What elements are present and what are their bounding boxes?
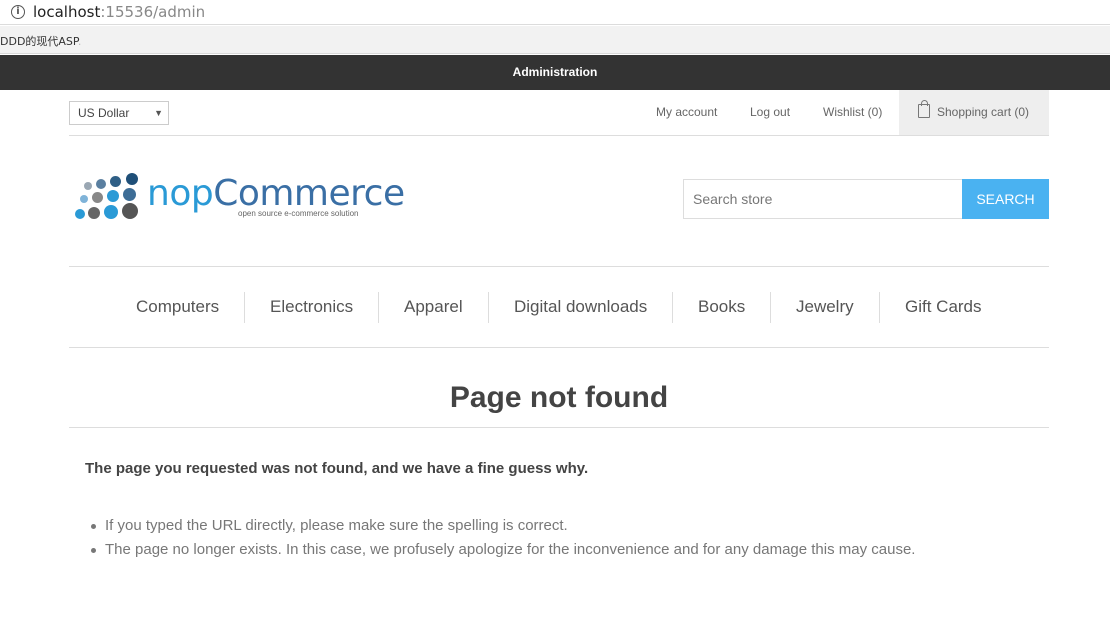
currency-selector[interactable]: US Dollar ▼ [69, 101, 169, 125]
logo-tagline: open source e-commerce solution [238, 209, 359, 218]
top-menu: Computers Electronics Apparel Digital do… [69, 266, 1049, 348]
url-host: localhost [33, 3, 101, 21]
menu-item-jewelry[interactable]: Jewelry [796, 297, 854, 317]
administration-link[interactable]: Administration [0, 65, 1110, 79]
url-path: :15536/admin [100, 3, 206, 21]
bookmarks-bar: DDD的现代ASP. [0, 26, 1110, 54]
logo-dot [80, 195, 88, 203]
menu-divider [879, 292, 880, 323]
logo-dot [123, 188, 136, 201]
logo-wordmark: nopCommerce [147, 173, 405, 214]
shopping-cart-label: Shopping cart (0) [937, 105, 1030, 119]
menu-item-gift-cards[interactable]: Gift Cards [905, 297, 982, 317]
logo-nop: nop [147, 173, 214, 214]
list-item: The page no longer exists. In this case,… [90, 538, 915, 562]
currency-value: US Dollar [78, 106, 130, 120]
logo-dot [107, 190, 119, 202]
logo-dot [92, 192, 103, 203]
logo-dot [122, 203, 138, 219]
not-found-intro: The page you requested was not found, an… [85, 460, 589, 477]
url-field[interactable]: localhost:15536/admin [33, 3, 205, 21]
page-title: Page not found [69, 381, 1049, 428]
logo-dot [84, 182, 92, 190]
store-logo[interactable]: nopCommerce open source e-commerce solut… [72, 171, 405, 227]
menu-divider [770, 292, 771, 323]
shopping-cart-link[interactable]: Shopping cart (0) [899, 90, 1049, 135]
shopping-bag-icon [918, 100, 930, 118]
logo-dot [75, 209, 85, 219]
menu-item-apparel[interactable]: Apparel [404, 297, 463, 317]
menu-divider [378, 292, 379, 323]
logo-dot [126, 173, 138, 185]
log-out-link[interactable]: Log out [750, 105, 790, 119]
bookmark-item[interactable]: DDD的现代ASP. [0, 33, 81, 49]
logo-dot [104, 205, 118, 219]
search-input[interactable]: Search store [683, 179, 963, 219]
address-bar[interactable]: i localhost:15536/admin [0, 0, 1110, 25]
not-found-reasons: If you typed the URL directly, please ma… [90, 514, 915, 562]
menu-item-books[interactable]: Books [698, 297, 745, 317]
menu-item-digital-downloads[interactable]: Digital downloads [514, 297, 647, 317]
logo-commerce: Commerce [213, 173, 405, 214]
menu-item-computers[interactable]: Computers [136, 297, 219, 317]
logo-dot [88, 207, 100, 219]
menu-item-electronics[interactable]: Electronics [270, 297, 353, 317]
logo-dot [96, 179, 106, 189]
menu-divider [244, 292, 245, 323]
search-button[interactable]: SEARCH [962, 179, 1049, 219]
menu-divider [488, 292, 489, 323]
menu-divider [672, 292, 673, 323]
admin-header: Administration [0, 55, 1110, 90]
my-account-link[interactable]: My account [656, 105, 717, 119]
header-links-bar: US Dollar ▼ My account Log out Wishlist … [69, 90, 1049, 136]
wishlist-link[interactable]: Wishlist (0) [823, 105, 882, 119]
bookmark-fade: . [77, 35, 82, 48]
list-item: If you typed the URL directly, please ma… [90, 514, 915, 538]
logo-dot [110, 176, 121, 187]
info-icon[interactable]: i [11, 5, 25, 19]
bookmark-label: DDD的现代ASP [0, 35, 78, 48]
caret-down-icon: ▼ [154, 108, 163, 118]
